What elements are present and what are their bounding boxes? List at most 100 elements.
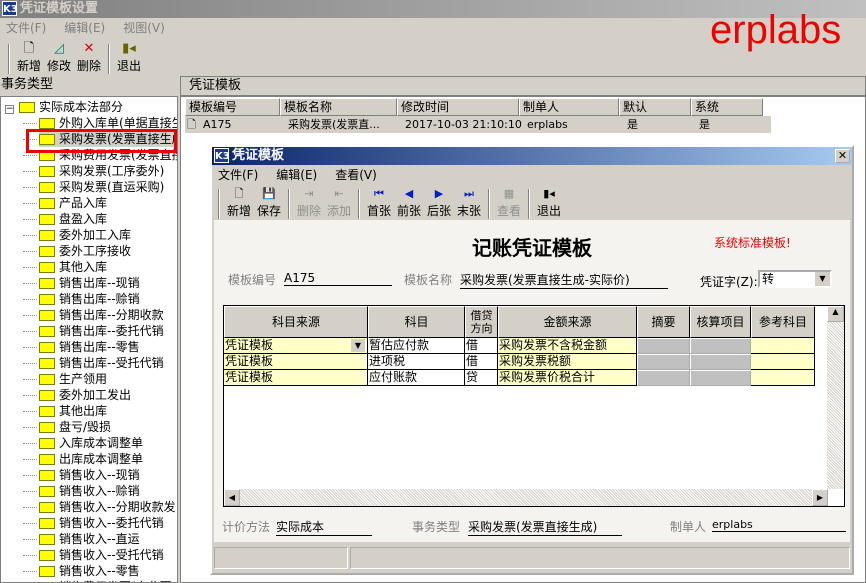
biz-type-field[interactable]: 采购发票(发票直接生成) xyxy=(468,518,622,536)
menu-edit[interactable]: 编辑(E) xyxy=(276,165,317,185)
chevron-down-icon[interactable]: ▼ xyxy=(351,339,365,352)
tree-item[interactable]: 销售收入--委托代销 xyxy=(23,515,164,531)
voucher-entry-grid[interactable]: ▲ ◀ ▶ 科目来源 科目 借贷方向 金额来源 摘要 核算项目 参考科目 凭证模板 ▼ 暂估应付款借… xyxy=(223,305,845,507)
tree-item[interactable]: 委外加工发出 xyxy=(23,387,131,403)
save-button[interactable]: 💾 保存 xyxy=(254,186,284,219)
tree-item[interactable]: 销售收入--赊销 xyxy=(23,483,140,499)
grid-column-header[interactable]: 科目来源 xyxy=(224,306,368,338)
grid-column-header[interactable]: 金额来源 xyxy=(498,306,637,338)
column-header[interactable]: 模板编号 xyxy=(185,98,280,116)
menu-edit[interactable]: 编辑(E) xyxy=(64,18,105,38)
business-type-tree[interactable]: − 实际成本法部分 外购入库单(单据直接生 采购发票(发票直接生成 采购费用发票(发票… xyxy=(0,96,178,583)
scroll-left-icon[interactable]: ◀ xyxy=(224,489,240,506)
tree-item[interactable]: 采购发票(工序委外) xyxy=(23,163,164,179)
grid-cell[interactable] xyxy=(690,338,751,354)
grid-cell[interactable] xyxy=(751,354,815,370)
tree-item[interactable]: 产品入库 xyxy=(23,195,107,211)
tree-item[interactable]: 销售出库--现销 xyxy=(23,275,140,291)
horizontal-scrollbar[interactable]: ◀ ▶ xyxy=(224,489,828,506)
menu-file[interactable]: 文件(F) xyxy=(6,18,46,38)
exit-button[interactable]: ▮◂ 退出 xyxy=(114,41,144,74)
close-button[interactable]: ✕ xyxy=(835,149,850,163)
next-button[interactable]: ▶ 后张 xyxy=(424,186,454,219)
grid-cell[interactable]: 借 xyxy=(465,338,498,354)
tree-item[interactable]: 入库成本调整单 xyxy=(23,435,143,451)
tree-item[interactable]: 出库成本调整单 xyxy=(23,451,143,467)
tree-item[interactable]: 其他出库 xyxy=(23,403,107,419)
scroll-right-icon[interactable]: ▶ xyxy=(812,489,828,506)
tree-item[interactable]: 销售出库--受托代销 xyxy=(23,355,164,371)
tree-item[interactable]: 盘盈入库 xyxy=(23,211,107,227)
menu-file[interactable]: 文件(F) xyxy=(218,165,258,185)
column-header[interactable]: 修改时间 xyxy=(397,98,519,116)
vertical-scrollbar[interactable]: ▲ xyxy=(827,306,844,489)
tree-item[interactable]: 生产领用 xyxy=(23,371,107,387)
collapse-icon[interactable]: − xyxy=(5,105,14,114)
tree-item[interactable]: 委外加工入库 xyxy=(23,227,131,243)
voucher-word-select[interactable]: 转 ▼ xyxy=(758,270,832,288)
tree-item[interactable]: 委外工序接收 xyxy=(23,243,131,259)
grid-cell[interactable]: 凭证模板 xyxy=(224,370,368,386)
tree-item[interactable]: 销售出库--零售 xyxy=(23,339,140,355)
delete-row-button[interactable]: ⇥ 删除 xyxy=(294,186,324,219)
grid-cell[interactable] xyxy=(751,370,815,386)
column-header[interactable]: 制单人 xyxy=(519,98,619,116)
grid-cell[interactable]: 凭证模板 xyxy=(224,354,368,370)
grid-column-header[interactable]: 参考科目 xyxy=(751,306,815,338)
grid-column-header[interactable]: 借贷方向 xyxy=(465,306,498,338)
grid-cell[interactable]: 采购发票税额 xyxy=(498,354,637,370)
delete-button[interactable]: ✕ 删除 xyxy=(74,41,104,74)
grid-cell[interactable] xyxy=(690,354,751,370)
grid-cell[interactable]: 采购发票不含税金额 xyxy=(498,338,637,354)
template-name-field[interactable]: 采购发票(发票直接生成-实际价) xyxy=(460,271,668,289)
grid-column-header[interactable]: 摘要 xyxy=(637,306,690,338)
chevron-down-icon[interactable]: ▼ xyxy=(815,272,830,286)
tree-item[interactable]: 销售收入--分期收款发 xyxy=(23,499,176,515)
tree-item[interactable]: 销售出库--赊销 xyxy=(23,291,140,307)
grid-column-header[interactable]: 科目 xyxy=(368,306,465,338)
folder-icon xyxy=(39,166,55,177)
tree-item[interactable]: 其他入库 xyxy=(23,259,107,275)
template-no-field[interactable]: A175 xyxy=(284,271,392,286)
new-doc-button[interactable]: 🗋 新增 xyxy=(224,186,254,219)
column-header[interactable]: 默认 xyxy=(619,98,691,116)
tree-item[interactable]: 销售收入--直运 xyxy=(23,531,140,547)
first-button[interactable]: ⏮ 首张 xyxy=(364,186,394,219)
menu-view[interactable]: 查看(V) xyxy=(335,165,377,185)
grid-cell[interactable]: 凭证模板 ▼ xyxy=(224,338,368,354)
grid-cell[interactable]: 应付账款 xyxy=(368,370,465,386)
column-header[interactable]: 系统 xyxy=(691,98,763,116)
tree-item[interactable]: 销售收入--零售 xyxy=(23,563,140,579)
grid-cell[interactable] xyxy=(751,338,815,354)
view-button[interactable]: ▦ 查看 xyxy=(494,186,524,219)
grid-cell[interactable] xyxy=(637,370,690,386)
menu-view[interactable]: 视图(V) xyxy=(123,18,165,38)
grid-cell[interactable]: 采购发票价税合计 xyxy=(498,370,637,386)
grid-column-header[interactable]: 核算项目 xyxy=(690,306,751,338)
exit-button[interactable]: ▮◂ 退出 xyxy=(534,186,564,219)
grid-cell[interactable]: 暂估应付款 xyxy=(368,338,465,354)
tree-item[interactable]: 销售收入--现销 xyxy=(23,467,140,483)
grid-cell[interactable]: 进项税 xyxy=(368,354,465,370)
tree-item[interactable]: 盘亏/毁损 xyxy=(23,419,111,435)
tree-item[interactable]: 销售费用发票(交此票 xyxy=(39,579,172,582)
prev-button[interactable]: ◀ 前张 xyxy=(394,186,424,219)
grid-cell[interactable] xyxy=(637,354,690,370)
table-row[interactable]: 🗋 A175 采购发票(发票直... 2017-10-03 21:10:10 erpla… xyxy=(185,116,771,133)
edit-button[interactable]: ◿ 修改 xyxy=(44,41,74,74)
grid-cell[interactable] xyxy=(637,338,690,354)
tree-root[interactable]: − 实际成本法部分 xyxy=(5,99,123,115)
add-row-button[interactable]: ⇤ 添加 xyxy=(324,186,354,219)
tree-item[interactable]: 采购发票(直运采购) xyxy=(23,179,164,195)
tree-item[interactable]: 销售出库--委托代销 xyxy=(23,323,164,339)
grid-cell[interactable]: 借 xyxy=(465,354,498,370)
pricing-field[interactable]: 实际成本 xyxy=(276,518,372,536)
last-button[interactable]: ⏭ 末张 xyxy=(454,186,484,219)
scroll-up-icon[interactable]: ▲ xyxy=(827,306,844,322)
grid-cell[interactable] xyxy=(690,370,751,386)
new-button[interactable]: 🗋 新增 xyxy=(14,41,44,74)
column-header[interactable]: 模板名称 xyxy=(280,98,397,116)
tree-item[interactable]: 销售出库--分期收款 xyxy=(23,307,164,323)
tree-item[interactable]: 销售收入--受托代销 xyxy=(23,547,164,563)
grid-cell[interactable]: 贷 xyxy=(465,370,498,386)
